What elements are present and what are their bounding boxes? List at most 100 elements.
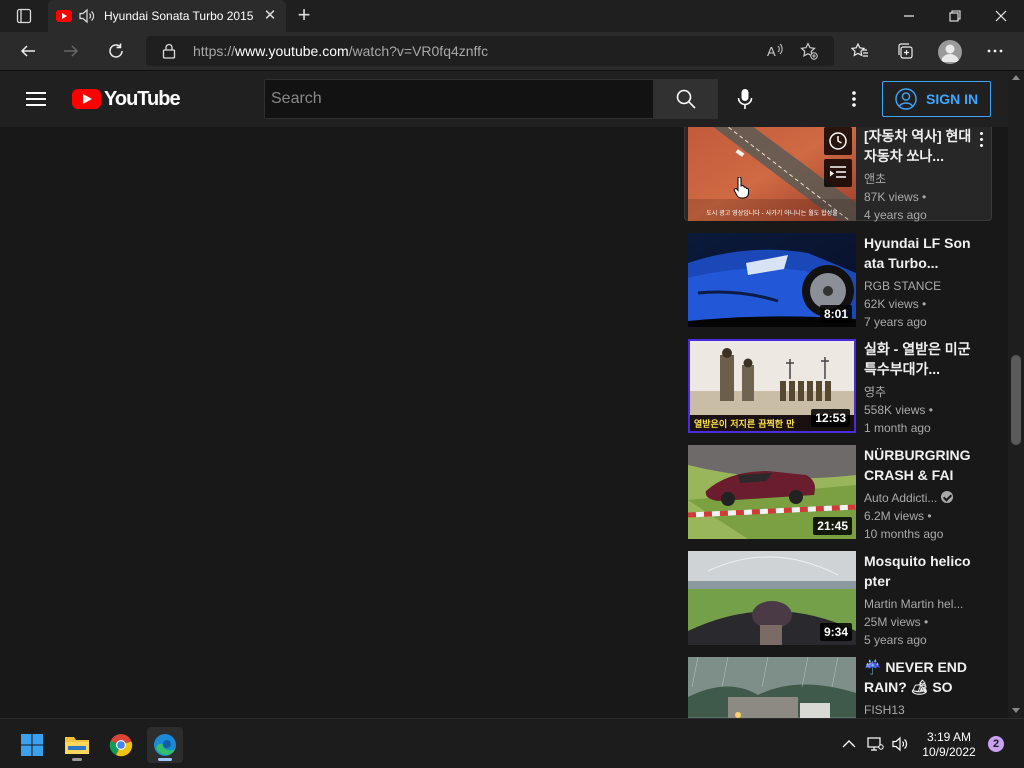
video-title[interactable]: Mosquito helicopter: [864, 551, 972, 591]
view-count: 87K views •: [864, 190, 927, 204]
file-explorer-icon[interactable]: [59, 727, 95, 763]
browser-navigation-bar: https://www.youtube.com/watch?v=VR0fq4zn…: [0, 32, 1024, 70]
scroll-up-arrow-icon[interactable]: [1012, 75, 1020, 80]
search-icon: [676, 89, 696, 109]
windows-start-icon[interactable]: [14, 727, 50, 763]
watch-later-button[interactable]: [824, 127, 852, 155]
upload-age: 5 years ago: [864, 633, 927, 647]
channel-name[interactable]: 앤초: [864, 170, 972, 188]
channel-name[interactable]: RGB STANCE: [864, 277, 972, 295]
browser-tab-bar: Hyundai Sonata Turbo 2015 ✕ +: [0, 0, 1024, 32]
related-video-item[interactable]: 도시 광고 영상입니다 - 사가기 아니니는 월도 합성물 [자동차 역사] 현…: [684, 127, 992, 224]
video-duration: 21:45: [813, 517, 852, 535]
search-input[interactable]: Search: [264, 79, 654, 119]
speaker-icon[interactable]: [78, 8, 96, 24]
scrollbar-thumb[interactable]: [1011, 355, 1021, 445]
video-title[interactable]: ☔ NEVER END RAIN? 🏕 SOL...: [864, 657, 972, 697]
tab-title: Hyundai Sonata Turbo 2015: [104, 9, 254, 23]
queue-icon: [830, 166, 846, 178]
new-tab-button[interactable]: +: [292, 4, 316, 28]
video-title[interactable]: NÜRBURGRING CRASH & FAIL...: [864, 445, 972, 485]
url-path: /watch?v=VR0fq4znffc: [348, 43, 489, 59]
video-more-icon[interactable]: [974, 128, 988, 150]
related-video-item[interactable]: 8:01 Hyundai LF Sonata Turbo... RGB STAN…: [688, 233, 988, 329]
video-thumbnail[interactable]: [688, 657, 856, 718]
browser-tab-youtube[interactable]: Hyundai Sonata Turbo 2015 ✕: [48, 0, 286, 32]
upload-age: 1 month ago: [864, 421, 931, 435]
show-hidden-icons-chevron-icon[interactable]: [840, 736, 858, 752]
address-bar[interactable]: https://www.youtube.com/watch?v=VR0fq4zn…: [146, 36, 834, 66]
system-clock[interactable]: 3:19 AM 10/9/2022: [918, 730, 980, 760]
thumbnail-overlay-text: 도시 광고 영상입니다 - 사가기 아니니는 월도 합성물: [706, 209, 838, 217]
running-indicator: [72, 758, 82, 761]
view-count: 25M views •: [864, 615, 929, 629]
video-meta: 실화 - 열받은 미군 특수부대가... 영추 558K views • 1 m…: [864, 339, 972, 437]
related-video-item[interactable]: 열받은이 저지른 끔찍한 만 12:53 실화 - 열받은 미군 특수부대가..…: [688, 339, 988, 435]
menu-hamburger-icon[interactable]: [24, 88, 48, 110]
youtube-favicon-icon: [56, 10, 72, 22]
chrome-icon[interactable]: [103, 727, 139, 763]
url-text[interactable]: https://www.youtube.com/watch?v=VR0fq4zn…: [193, 43, 488, 59]
video-thumbnail[interactable]: 9:34: [688, 551, 856, 645]
video-title[interactable]: 실화 - 열받은 미군 특수부대가...: [864, 339, 972, 379]
volume-icon[interactable]: [891, 736, 909, 752]
edge-icon[interactable]: [147, 727, 183, 763]
related-video-item[interactable]: 21:45 NÜRBURGRING CRASH & FAIL... Auto A…: [688, 445, 988, 541]
svg-text:A: A: [767, 44, 776, 59]
video-meta: Hyundai LF Sonata Turbo... RGB STANCE 62…: [864, 233, 972, 331]
restore-button[interactable]: [932, 0, 978, 32]
minimize-button[interactable]: [886, 0, 932, 32]
close-window-button[interactable]: [978, 0, 1024, 32]
tab-actions-icon[interactable]: [8, 4, 40, 28]
channel-name[interactable]: Auto Addicti...: [864, 491, 937, 505]
youtube-logo[interactable]: YouTube: [72, 87, 181, 110]
thumbnail-caption-text: 열받은이 저지른 끔찍한 만: [694, 418, 795, 430]
channel-name[interactable]: 영추: [864, 383, 972, 401]
sign-in-button[interactable]: SIGN IN: [882, 81, 991, 117]
channel-name-row[interactable]: Auto Addicti...: [864, 489, 972, 507]
hand-cursor-icon: [733, 177, 749, 199]
read-aloud-icon[interactable]: A: [766, 42, 784, 60]
youtube-logo-text: YouTube: [104, 87, 181, 110]
tab-close-icon[interactable]: ✕: [262, 8, 278, 24]
network-icon[interactable]: [866, 736, 884, 752]
video-title[interactable]: Hyundai LF Sonata Turbo...: [864, 233, 972, 273]
video-thumbnail[interactable]: 21:45: [688, 445, 856, 539]
browser-profile-avatar[interactable]: [938, 40, 962, 64]
settings-more-icon[interactable]: [980, 36, 1010, 66]
video-duration: 9:34: [819, 623, 852, 641]
forward-button[interactable]: [56, 36, 86, 66]
search-placeholder: Search: [271, 90, 322, 107]
channel-name[interactable]: FISH13: [864, 701, 972, 718]
video-meta: [자동차 역사] 현대자동차 쏘나... 앤초 87K views • 4 ye…: [864, 127, 972, 224]
collections-icon[interactable]: [890, 36, 920, 66]
video-thumbnail[interactable]: 열받은이 저지른 끔찍한 만 12:53: [688, 339, 856, 433]
scroll-down-arrow-icon[interactable]: [1012, 708, 1020, 713]
url-prefix: https://: [193, 43, 236, 59]
notification-badge[interactable]: 2: [988, 736, 1004, 752]
clock-date: 10/9/2022: [922, 745, 976, 759]
video-thumbnail[interactable]: 8:01: [688, 233, 856, 327]
related-video-item[interactable]: 9:34 Mosquito helicopter Martin Martin h…: [688, 551, 988, 647]
watch-page-content: 도시 광고 영상입니다 - 사가기 아니니는 월도 합성물 [자동차 역사] 현…: [0, 127, 1008, 718]
add-favorite-icon[interactable]: [800, 42, 818, 60]
back-button[interactable]: [13, 36, 43, 66]
search-button[interactable]: [654, 79, 718, 119]
view-count: 6.2M views •: [864, 509, 932, 523]
user-icon: [895, 88, 917, 110]
refresh-button[interactable]: [101, 36, 131, 66]
lock-icon[interactable]: [162, 43, 176, 59]
upload-age: 10 months ago: [864, 527, 944, 541]
favorites-icon[interactable]: [845, 36, 875, 66]
youtube-play-icon: [72, 89, 101, 109]
channel-name[interactable]: Martin Martin hel...: [864, 595, 972, 613]
view-count: 62K views •: [864, 297, 927, 311]
add-to-queue-button[interactable]: [824, 159, 852, 187]
settings-menu-icon[interactable]: [842, 87, 866, 111]
upload-age: 4 years ago: [864, 208, 927, 222]
related-video-item[interactable]: ☔ NEVER END RAIN? 🏕 SOL... FISH13: [688, 657, 988, 718]
clock-icon: [829, 132, 847, 150]
video-title[interactable]: [자동차 역사] 현대자동차 쏘나...: [864, 127, 972, 166]
windows-taskbar: 3:19 AM 10/9/2022 2: [0, 718, 1024, 768]
voice-search-button[interactable]: [727, 81, 763, 117]
